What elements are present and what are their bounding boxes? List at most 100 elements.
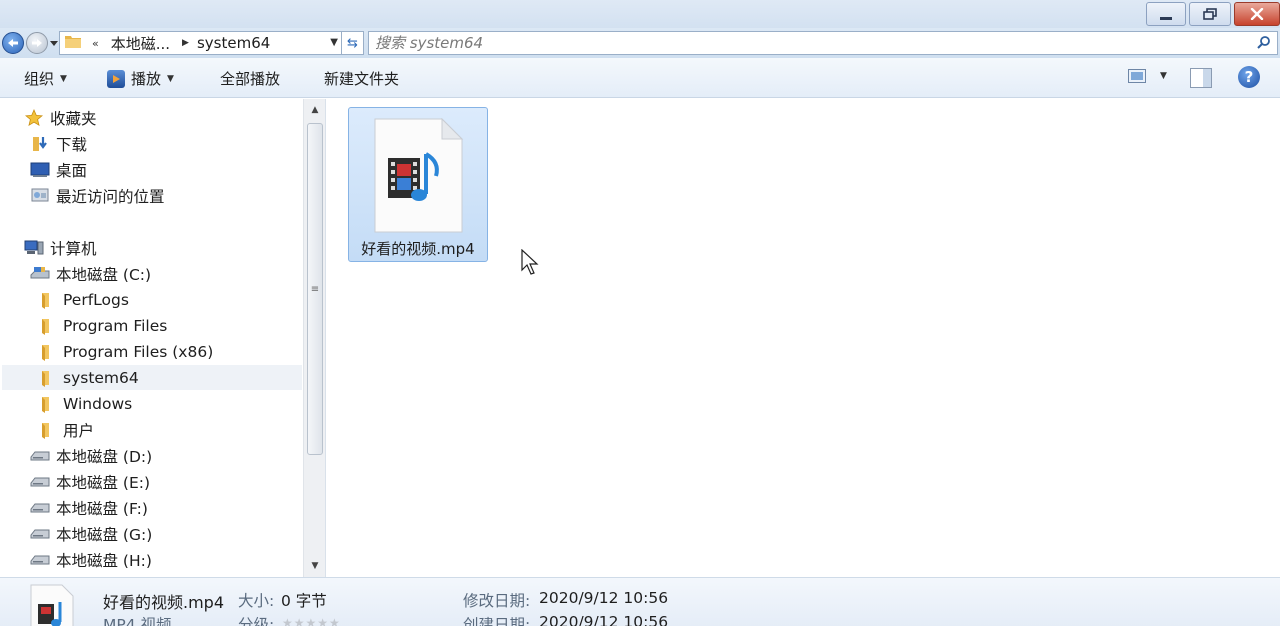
folder-icon	[37, 343, 57, 361]
sidebar-item-favorites[interactable]: 收藏夹	[24, 106, 97, 130]
sidebar-item-users[interactable]: 用户	[37, 418, 94, 442]
address-bar[interactable]: « 本地磁... ▶ system64 ▼	[59, 31, 342, 55]
sidebar-item-computer[interactable]: 计算机	[24, 236, 97, 260]
breadcrumb-local-disk[interactable]: 本地磁...	[111, 33, 170, 54]
sidebar-item-program-files-x86[interactable]: Program Files (x86)	[37, 340, 213, 364]
sidebar-item-label: system64	[63, 368, 139, 387]
sidebar-item-desktop[interactable]: 桌面	[30, 158, 87, 182]
folder-icon	[37, 291, 57, 309]
chevron-down-icon: ▼	[60, 73, 67, 84]
scroll-up-button[interactable]: ▲	[304, 99, 326, 121]
video-file-icon	[374, 117, 464, 237]
mouse-pointer-icon	[521, 248, 539, 279]
close-icon	[1250, 8, 1264, 20]
star-icon	[24, 109, 44, 127]
computer-icon	[24, 239, 44, 257]
preview-pane-button[interactable]	[1190, 68, 1212, 88]
sidebar-item-drive-e[interactable]: 本地磁盘 (E:)	[30, 470, 150, 494]
minimize-button[interactable]	[1146, 2, 1186, 26]
file-item[interactable]: 好看的视频.mp4	[348, 107, 488, 262]
chevron-down-icon: ▼	[167, 73, 174, 84]
play-all-label: 全部播放	[220, 70, 281, 88]
minimize-icon	[1160, 16, 1172, 20]
sidebar-item-label: Program Files (x86)	[63, 343, 214, 361]
sidebar-item-label: 本地磁盘 (C:)	[56, 266, 152, 284]
folder-icon	[37, 395, 57, 413]
sidebar-item-drive-f[interactable]: 本地磁盘 (F:)	[30, 496, 148, 520]
search-box	[368, 31, 1278, 55]
refresh-button[interactable]: ⇆	[342, 31, 364, 55]
folder-icon	[37, 369, 57, 387]
details-modified-label: 修改日期:	[463, 592, 531, 610]
file-list[interactable]: 好看的视频.mp4	[327, 99, 1280, 577]
chevron-right-icon[interactable]: ▶	[182, 38, 189, 48]
details-size-label: 大小:	[238, 592, 275, 610]
help-icon: ?	[1244, 68, 1254, 86]
close-button[interactable]	[1234, 2, 1280, 26]
scroll-down-button[interactable]: ▼	[304, 555, 326, 577]
new-folder-button[interactable]: 新建文件夹	[324, 68, 399, 89]
details-modified-value: 2020/9/12 10:56	[539, 589, 669, 607]
address-row: « 本地磁... ▶ system64 ▼ ⇆	[0, 28, 1280, 58]
sidebar-item-system64[interactable]: system64	[2, 365, 302, 390]
sidebar-item-label: 本地磁盘 (G:)	[56, 526, 153, 544]
grip-icon: ≡	[310, 283, 320, 295]
restore-button[interactable]	[1189, 2, 1231, 26]
search-input[interactable]	[375, 34, 1235, 52]
change-view-button[interactable]: ▼	[1128, 69, 1167, 83]
sidebar-scrollbar[interactable]: ▲ ≡ ▼	[303, 99, 325, 577]
search-icon[interactable]	[1257, 35, 1271, 53]
drive-icon	[30, 473, 50, 491]
sidebar-item-perflogs[interactable]: PerfLogs	[37, 288, 129, 312]
details-created-label: 创建日期:	[463, 616, 531, 626]
forward-button[interactable]	[26, 32, 48, 54]
title-bar	[0, 0, 1280, 28]
sidebar-item-label: 计算机	[50, 240, 97, 258]
sidebar-item-label: 收藏夹	[50, 110, 97, 128]
address-dropdown-icon[interactable]: ▼	[330, 37, 338, 48]
organize-menu-button[interactable]: 组织 ▼	[24, 68, 67, 89]
sidebar-item-drive-d[interactable]: 本地磁盘 (D:)	[30, 444, 152, 468]
folder-icon	[37, 421, 57, 439]
help-button[interactable]: ?	[1238, 66, 1260, 88]
chevron-up-icon: ▲	[311, 105, 319, 115]
sidebar-item-label: 本地磁盘 (E:)	[56, 474, 151, 492]
recent-pages-dropdown[interactable]	[49, 38, 59, 48]
details-created-value: 2020/9/12 10:56	[539, 613, 669, 626]
breadcrumb-overflow[interactable]: «	[92, 37, 99, 50]
sidebar-item-drive-g[interactable]: 本地磁盘 (G:)	[30, 522, 152, 546]
folder-icon	[64, 33, 82, 53]
play-all-button[interactable]: 全部播放	[220, 68, 280, 89]
new-folder-label: 新建文件夹	[324, 70, 400, 88]
details-size-value: 0 字节	[281, 592, 327, 610]
play-menu-button[interactable]: 播放 ▼	[107, 68, 174, 89]
folder-icon	[37, 317, 57, 335]
sidebar-item-program-files[interactable]: Program Files	[37, 314, 167, 338]
play-icon	[107, 69, 125, 88]
scroll-thumb[interactable]: ≡	[307, 123, 323, 455]
back-button[interactable]	[2, 32, 24, 54]
chevron-down-icon: ▼	[1160, 71, 1167, 81]
breadcrumb-system64[interactable]: system64	[197, 34, 270, 52]
sidebar-item-label: 桌面	[56, 162, 88, 180]
navigation-pane: 收藏夹 下载 桌面 最近访问的位置 计算机 本地磁盘 (C:) PerfLogs…	[0, 99, 326, 577]
sidebar-item-label: 最近访问的位置	[56, 188, 165, 206]
file-name-label: 好看的视频.mp4	[361, 240, 475, 258]
command-bar: 组织 ▼ 播放 ▼ 全部播放 新建文件夹 ▼ ?	[0, 58, 1280, 98]
play-label: 播放	[131, 70, 162, 88]
sidebar-item-drive-h[interactable]: 本地磁盘 (H:)	[30, 548, 152, 572]
chevron-down-icon: ▼	[311, 561, 319, 571]
drive-icon	[30, 551, 50, 569]
drive-icon	[30, 499, 50, 517]
details-file-type: MP4 视频	[103, 616, 172, 626]
sidebar-item-windows[interactable]: Windows	[37, 392, 132, 416]
rating-stars[interactable]: ★★★★★	[282, 616, 341, 626]
sidebar-item-downloads[interactable]: 下载	[30, 132, 87, 156]
restore-icon	[1203, 8, 1217, 20]
sidebar-item-drive-c[interactable]: 本地磁盘 (C:)	[30, 262, 151, 286]
view-icon	[1128, 69, 1146, 83]
sidebar-item-recent-places[interactable]: 最近访问的位置	[30, 184, 165, 208]
video-file-icon	[30, 584, 74, 626]
recent-places-icon	[30, 187, 50, 205]
system-drive-icon	[30, 265, 50, 283]
